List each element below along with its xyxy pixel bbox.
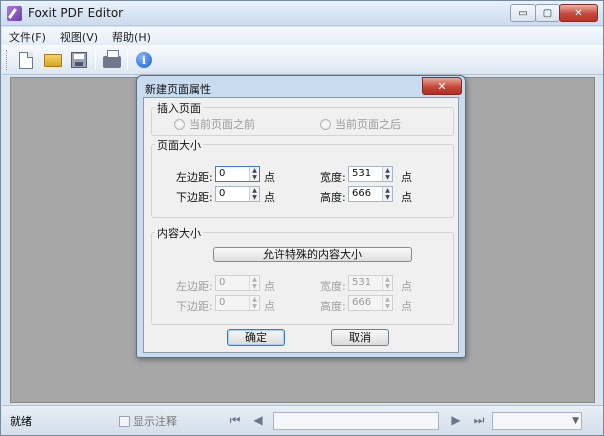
- new-document-button[interactable]: [15, 49, 37, 71]
- last-page-button[interactable]: ⏭: [471, 412, 487, 428]
- menu-file[interactable]: 文件(F): [2, 27, 53, 45]
- radio-label: 当前页面之后: [335, 118, 401, 131]
- unit-label: 点: [401, 280, 412, 293]
- cancel-button[interactable]: 取消: [331, 329, 389, 346]
- maximize-button[interactable]: ▢: [535, 4, 560, 22]
- spin-value: 666: [352, 297, 372, 308]
- spin-value: 0: [219, 168, 226, 179]
- spin-arrows-icon[interactable]: ▲ ▼: [382, 187, 392, 201]
- allow-custom-content-size-button[interactable]: 允许特殊的内容大小: [213, 247, 412, 262]
- bottom-margin-input[interactable]: 0 ▲ ▼: [215, 186, 260, 202]
- group-label: 内容大小: [155, 225, 203, 241]
- title-bar: Foxit PDF Editor ▭ ▢ ✕: [1, 1, 603, 26]
- unit-label: 点: [401, 300, 412, 313]
- menu-bar: 文件(F) 视图(V) 帮助(H): [2, 27, 603, 45]
- foxit-app-icon: [7, 6, 22, 21]
- content-height-input[interactable]: 666 ▲ ▼: [348, 295, 393, 311]
- radio-after-current[interactable]: 当前页面之后: [320, 116, 401, 132]
- left-margin-label: 左边距:: [176, 171, 213, 184]
- show-annotations-checkbox[interactable]: 显示注释: [119, 413, 177, 429]
- spin-arrows-icon[interactable]: ▲ ▼: [249, 276, 259, 290]
- spin-value: 0: [219, 188, 226, 199]
- spin-arrows-icon[interactable]: ▲ ▼: [382, 276, 392, 290]
- window-title: Foxit PDF Editor: [28, 6, 124, 20]
- ok-button[interactable]: 确定: [227, 329, 285, 346]
- page-number-field[interactable]: [273, 412, 439, 430]
- unit-label: 点: [264, 300, 275, 313]
- content-size-group: 内容大小 允许特殊的内容大小 左边距: 0 ▲ ▼ 点 下边距: 0 ▲ ▼ 点 宽…: [151, 225, 454, 325]
- new-document-icon: [19, 51, 33, 69]
- content-left-margin-label: 左边距:: [176, 280, 213, 293]
- first-page-button[interactable]: ⏮: [227, 412, 243, 428]
- save-button[interactable]: [68, 49, 90, 71]
- dialog-close-button[interactable]: ✕: [422, 77, 462, 95]
- save-icon: [71, 52, 87, 68]
- close-icon: ✕: [574, 7, 583, 19]
- toolbar: i: [2, 45, 603, 75]
- spin-arrows-icon[interactable]: ▲ ▼: [249, 296, 259, 310]
- chevron-down-icon: ▼: [572, 416, 579, 426]
- height-label: 高度:: [320, 191, 346, 204]
- page-size-group: 页面大小 左边距: 0 ▲ ▼ 点 下边距: 0 ▲ ▼ 点 宽度: 531 ▲ ▼ …: [151, 137, 454, 218]
- unit-label: 点: [264, 280, 275, 293]
- checkbox-box: [119, 415, 130, 427]
- menu-view[interactable]: 视图(V): [53, 27, 105, 45]
- close-button[interactable]: ✕: [559, 4, 598, 22]
- radio-circle: [174, 118, 185, 130]
- radio-before-current[interactable]: 当前页面之前: [174, 116, 255, 132]
- toolbar-grip[interactable]: [6, 50, 9, 70]
- info-icon: i: [136, 52, 152, 68]
- width-input[interactable]: 531 ▲ ▼: [348, 166, 393, 182]
- unit-label: 点: [264, 171, 275, 184]
- dialog-body: 插入页面 当前页面之前 当前页面之后 页面大小 左边距: 0 ▲ ▼ 点 下边距:…: [143, 97, 459, 353]
- bottom-margin-label: 下边距:: [176, 191, 213, 204]
- spin-value: 0: [219, 297, 226, 308]
- open-button[interactable]: [42, 49, 64, 71]
- open-folder-icon: [44, 53, 62, 67]
- info-button[interactable]: i: [133, 49, 155, 71]
- maximize-icon: ▢: [542, 7, 553, 19]
- print-icon: [103, 50, 121, 68]
- content-bottom-margin-label: 下边距:: [176, 300, 213, 313]
- radio-circle: [320, 118, 331, 130]
- print-button[interactable]: [101, 49, 123, 71]
- spin-arrows-icon[interactable]: ▲ ▼: [249, 187, 259, 201]
- zoom-select[interactable]: ▼: [492, 412, 582, 430]
- spin-value: 0: [219, 277, 226, 288]
- content-bottom-margin-input[interactable]: 0 ▲ ▼: [215, 295, 260, 311]
- toolbar-separator: [127, 50, 128, 70]
- spin-arrows-icon[interactable]: ▲ ▼: [382, 167, 392, 181]
- minimize-button[interactable]: ▭: [510, 4, 536, 22]
- prev-page-button[interactable]: ◀: [250, 412, 266, 428]
- menu-help[interactable]: 帮助(H): [105, 27, 158, 45]
- dialog-title: 新建页面属性: [145, 83, 211, 96]
- spin-value: 531: [352, 277, 372, 288]
- spin-value: 666: [352, 188, 372, 199]
- insert-page-group: 插入页面 当前页面之前 当前页面之后: [151, 100, 454, 136]
- group-label: 页面大小: [155, 137, 203, 153]
- minimize-icon: ▭: [518, 7, 528, 19]
- content-left-margin-input[interactable]: 0 ▲ ▼: [215, 275, 260, 291]
- status-text: 就绪: [10, 415, 32, 428]
- content-height-label: 高度:: [320, 300, 346, 313]
- unit-label: 点: [264, 191, 275, 204]
- left-margin-input[interactable]: 0 ▲ ▼: [215, 166, 260, 182]
- content-width-label: 宽度:: [320, 280, 346, 293]
- new-page-properties-dialog: 新建页面属性 ✕ 插入页面 当前页面之前 当前页面之后 页面大小 左边距: 0 …: [136, 75, 466, 358]
- height-input[interactable]: 666 ▲ ▼: [348, 186, 393, 202]
- close-icon: ✕: [437, 79, 447, 93]
- spin-arrows-icon[interactable]: ▲ ▼: [382, 296, 392, 310]
- spin-arrows-icon[interactable]: ▲ ▼: [249, 167, 259, 181]
- unit-label: 点: [401, 191, 412, 204]
- next-page-button[interactable]: ▶: [448, 412, 464, 428]
- toolbar-separator: [95, 50, 96, 70]
- status-bar: 就绪 显示注释 ⏮ ◀ ▶ ⏭ ▼: [2, 405, 603, 435]
- show-annotations-label: 显示注释: [133, 415, 177, 428]
- group-label: 插入页面: [155, 100, 203, 116]
- unit-label: 点: [401, 171, 412, 184]
- spin-value: 531: [352, 168, 372, 179]
- width-label: 宽度:: [320, 171, 346, 184]
- content-width-input[interactable]: 531 ▲ ▼: [348, 275, 393, 291]
- radio-label: 当前页面之前: [189, 118, 255, 131]
